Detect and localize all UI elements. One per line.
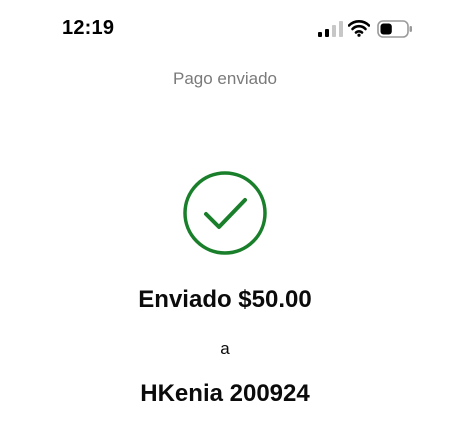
connector-text: a	[220, 339, 230, 358]
checkmark-circle-icon	[183, 171, 267, 255]
battery-icon	[377, 20, 412, 38]
signal-bars-icon	[318, 21, 343, 37]
recipient-name: HKenia 200924	[140, 380, 310, 407]
sent-amount-text: Enviado $50.00	[138, 286, 312, 313]
status-bar: 12:19	[0, 0, 450, 56]
wifi-icon	[348, 20, 370, 37]
page-title: Pago enviado	[173, 69, 277, 88]
battery-fill	[380, 23, 392, 35]
status-time: 12:19	[62, 17, 115, 39]
